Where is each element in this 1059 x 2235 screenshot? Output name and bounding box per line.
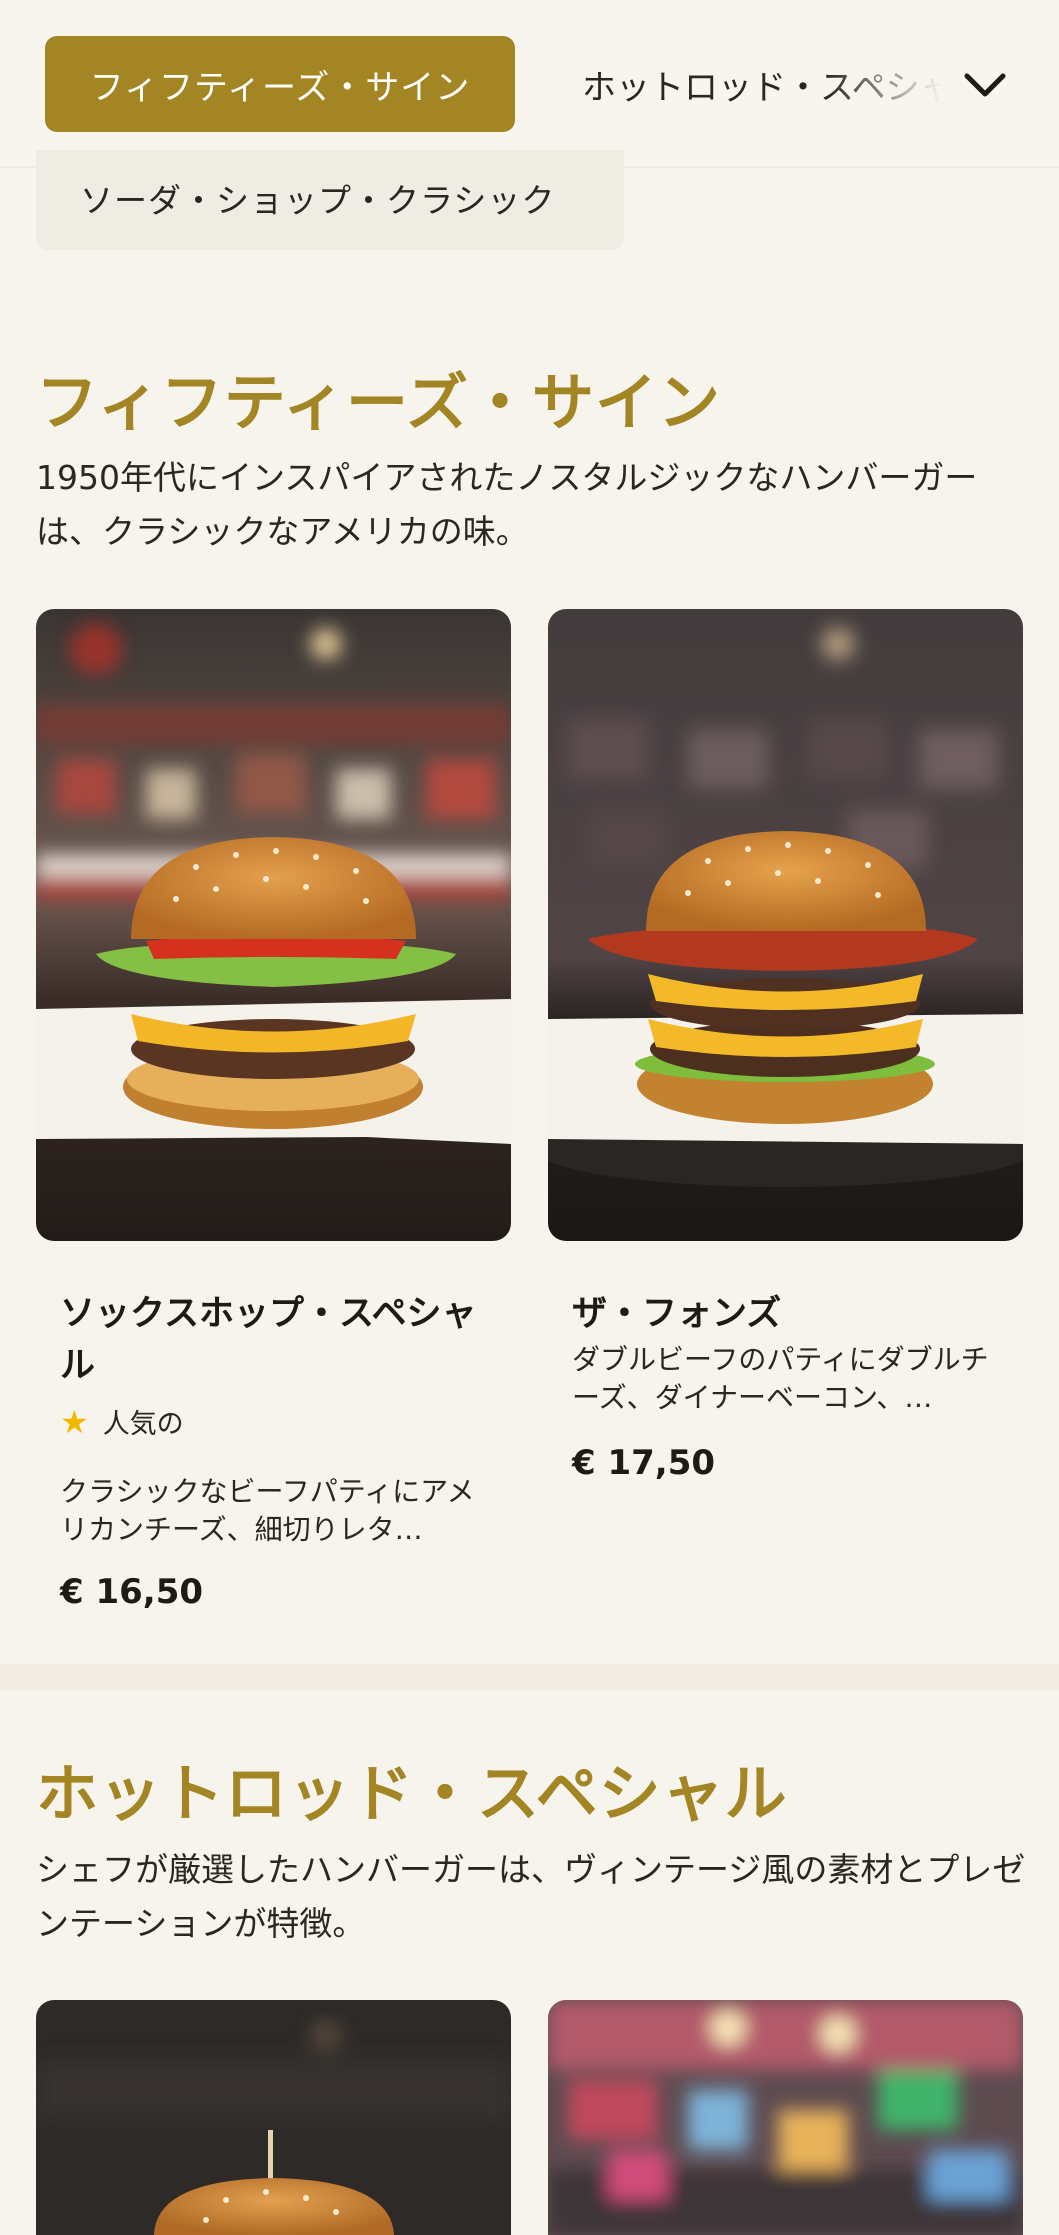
star-icon: ★ bbox=[60, 1402, 89, 1441]
menu-item-image[interactable] bbox=[548, 609, 1023, 1241]
menu-item-image[interactable] bbox=[548, 2000, 1023, 2235]
menu-item-description: ダブルビーフのパティにダブルチーズ、ダイナーベーコン、… bbox=[572, 1343, 989, 1414]
menu-item-price: € 16,50 bbox=[60, 1572, 204, 1612]
category-tab-fifties[interactable]: フィフティーズ・サイン bbox=[45, 36, 515, 132]
menu-item-description: クラシックなビーフパティにアメリカンチーズ、細切りレタ… bbox=[60, 1475, 475, 1546]
popular-badge-label: 人気の bbox=[102, 1409, 184, 1440]
category-nav: フィフティーズ・サイン ホットロッド・スペシャル bbox=[0, 0, 1059, 168]
menu-item-title[interactable]: ソックスホップ・スペシャル bbox=[60, 1288, 480, 1392]
popular-badge: ★ 人気の bbox=[60, 1402, 184, 1441]
category-option-soda-shop[interactable]: ソーダ・ショップ・クラシック bbox=[36, 150, 624, 250]
section-title: フィフティーズ・サイン bbox=[36, 366, 721, 439]
section-title: ホットロッド・スペシャル bbox=[36, 1757, 788, 1830]
chevron-down-icon[interactable] bbox=[960, 60, 1010, 110]
menu-item-title[interactable]: ザ・フォンズ bbox=[572, 1288, 992, 1340]
menu-item-price: € 17,50 bbox=[572, 1443, 716, 1483]
menu-item-image[interactable] bbox=[36, 2000, 511, 2235]
menu-item-image[interactable] bbox=[36, 609, 511, 1241]
section-description: シェフが厳選したハンバーガーは、ヴィンテージ風の素材とプレゼンテーションが特徴。 bbox=[36, 1850, 1026, 1943]
category-tab-hotrod[interactable]: ホットロッド・スペシャル bbox=[582, 36, 942, 132]
section-divider bbox=[0, 1664, 1059, 1690]
section-description: 1950年代にインスパイアされたノスタルジックなハンバーガーは、クラシックなアメ… bbox=[36, 458, 978, 551]
